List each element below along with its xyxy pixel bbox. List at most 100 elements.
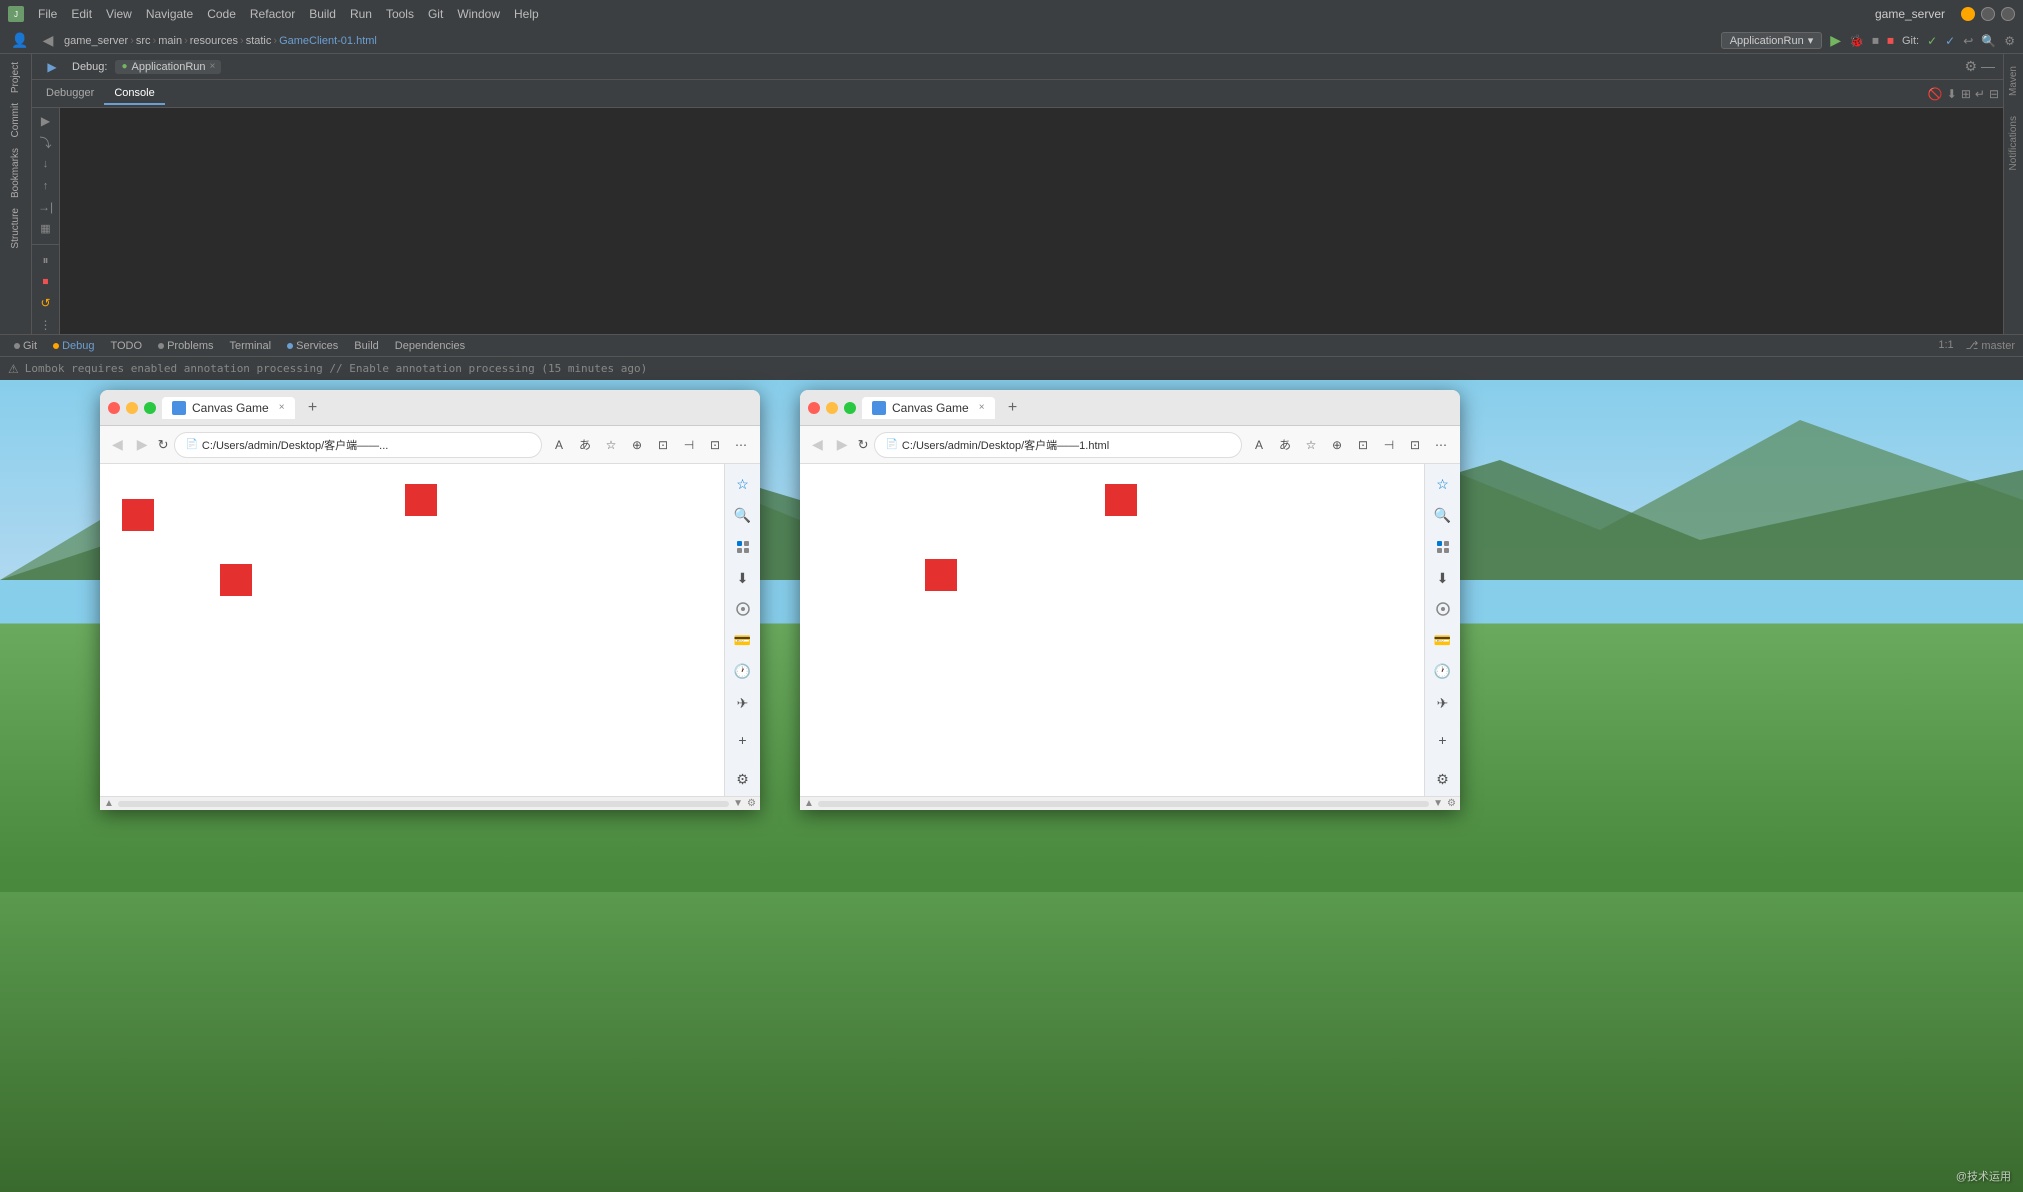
scroll-icon[interactable]: ⬇ bbox=[1947, 87, 1957, 101]
browser2-tab[interactable]: Canvas Game × bbox=[862, 397, 995, 419]
menu-git[interactable]: Git bbox=[422, 5, 449, 23]
browser2-edge-favorites[interactable]: ☆ bbox=[1429, 472, 1457, 497]
browser2-profile-icon[interactable]: A bbox=[1248, 434, 1270, 456]
browser1-pinned-icon[interactable]: ⊣ bbox=[678, 434, 700, 456]
browser1-max[interactable] bbox=[144, 402, 156, 414]
browser2-min[interactable] bbox=[826, 402, 838, 414]
browser1-edge-send[interactable]: ✈ bbox=[729, 690, 757, 715]
menu-window[interactable]: Window bbox=[451, 5, 506, 23]
menu-build[interactable]: Build bbox=[303, 5, 342, 23]
filter-icon[interactable]: ⊞ bbox=[1961, 87, 1971, 101]
stop-button[interactable]: ⏹ bbox=[1887, 32, 1894, 49]
browser1-splitview-icon[interactable]: ⊡ bbox=[652, 434, 674, 456]
bc-static[interactable]: static bbox=[246, 35, 272, 47]
browser2-address-bar[interactable]: 📄 C:/Users/admin/Desktop/客户端——1.html bbox=[874, 432, 1242, 458]
browser2-edge-send[interactable]: ✈ bbox=[1429, 690, 1457, 715]
browser1-edge-search[interactable]: 🔍 bbox=[729, 503, 757, 528]
menu-view[interactable]: View bbox=[100, 5, 138, 23]
browser2-tab-close[interactable]: × bbox=[979, 402, 985, 413]
close-button[interactable] bbox=[2001, 7, 2015, 21]
browser1-star-icon[interactable]: ☆ bbox=[600, 434, 622, 456]
browser1-edge-addicon[interactable]: + bbox=[729, 728, 757, 753]
menu-help[interactable]: Help bbox=[508, 5, 545, 23]
step-over-btn[interactable]: ⤵ bbox=[36, 134, 56, 153]
browser1-refresh[interactable]: ↻ bbox=[158, 437, 169, 453]
wrap-icon[interactable]: ↵ bbox=[1975, 87, 1985, 101]
browser2-edge-collections[interactable] bbox=[1429, 534, 1457, 559]
browser2-content[interactable] bbox=[800, 464, 1424, 796]
browser1-profile-icon[interactable]: A bbox=[548, 434, 570, 456]
sidebar-bookmark-icon[interactable]: Bookmarks bbox=[4, 144, 28, 202]
nav-back-icon[interactable]: ◀ bbox=[36, 29, 60, 53]
minimize-button[interactable] bbox=[1961, 7, 1975, 21]
expand-icon[interactable]: ⊟ bbox=[1989, 87, 1999, 101]
browser2-more-icon[interactable]: ⋯ bbox=[1430, 434, 1452, 456]
more-btn[interactable]: ⋮ bbox=[36, 316, 56, 335]
browser1-edge-collections[interactable] bbox=[729, 534, 757, 559]
browser1-tab-close[interactable]: × bbox=[279, 402, 285, 413]
debug-session-close[interactable]: × bbox=[210, 61, 216, 72]
run-to-cursor-btn[interactable]: →| bbox=[36, 198, 56, 217]
browser2-edge-history[interactable]: 🕐 bbox=[1429, 659, 1457, 684]
browser2-scroll-up[interactable]: ▲ bbox=[804, 798, 814, 809]
stop-debug-btn[interactable]: ⏹ bbox=[36, 273, 56, 292]
browser2-edge-apps[interactable] bbox=[1429, 597, 1457, 622]
menu-navigate[interactable]: Navigate bbox=[140, 5, 199, 23]
tab-dependencies[interactable]: Dependencies bbox=[389, 338, 471, 354]
browser2-close[interactable] bbox=[808, 402, 820, 414]
menu-tools[interactable]: Tools bbox=[380, 5, 420, 23]
browser1-collections-icon[interactable]: ⊕ bbox=[626, 434, 648, 456]
browser1-edge-downloads[interactable]: ⬇ bbox=[729, 566, 757, 591]
step-into-btn[interactable]: ↓ bbox=[36, 155, 56, 174]
browser1-tab[interactable]: Canvas Game × bbox=[162, 397, 295, 419]
browser1-back[interactable]: ◀ bbox=[108, 434, 127, 455]
browser1-scroll-up[interactable]: ▲ bbox=[104, 798, 114, 809]
browser2-edge-downloads[interactable]: ⬇ bbox=[1429, 566, 1457, 591]
browser2-max[interactable] bbox=[844, 402, 856, 414]
browser1-edge-wallet[interactable]: 💳 bbox=[729, 628, 757, 653]
browser2-edge-wallet[interactable]: 💳 bbox=[1429, 628, 1457, 653]
step-out-btn[interactable]: ↑ bbox=[36, 177, 56, 196]
browser1-forward[interactable]: ▶ bbox=[133, 434, 152, 455]
bc-project[interactable]: game_server bbox=[64, 35, 128, 47]
tab-problems[interactable]: Problems bbox=[152, 338, 219, 354]
git-undo-icon[interactable]: ↩ bbox=[1963, 34, 1973, 48]
sidebar-structure-icon[interactable]: Structure bbox=[4, 204, 28, 253]
browser2-new-tab[interactable]: + bbox=[1001, 396, 1025, 420]
browser2-save-icon[interactable]: ⊡ bbox=[1404, 434, 1426, 456]
browser1-scroll-down[interactable]: ▼ bbox=[733, 798, 743, 809]
clear-console-icon[interactable]: 🚫 bbox=[1928, 87, 1943, 101]
bc-main[interactable]: main bbox=[158, 35, 182, 47]
browser2-splitview-icon[interactable]: ⊡ bbox=[1352, 434, 1374, 456]
menu-code[interactable]: Code bbox=[201, 5, 242, 23]
bc-resources[interactable]: resources bbox=[190, 35, 238, 47]
resume-btn[interactable]: ▶ bbox=[36, 112, 56, 131]
tab-console[interactable]: Console bbox=[104, 83, 164, 105]
sidebar-project-icon[interactable]: Project bbox=[4, 58, 28, 97]
browser1-address-bar[interactable]: 📄 C:/Users/admin/Desktop/客户端——... bbox=[174, 432, 542, 458]
pause-btn[interactable]: ⏸ bbox=[36, 251, 56, 270]
browser1-translate-icon[interactable]: あ bbox=[574, 434, 596, 456]
bc-src[interactable]: src bbox=[136, 35, 151, 47]
browser2-star-icon[interactable]: ☆ bbox=[1300, 434, 1322, 456]
tab-debug[interactable]: Debug bbox=[47, 338, 100, 354]
browser1-min[interactable] bbox=[126, 402, 138, 414]
menu-edit[interactable]: Edit bbox=[65, 5, 98, 23]
bc-file[interactable]: GameClient-01.html bbox=[279, 35, 377, 47]
notifications-label[interactable]: Notifications bbox=[2008, 116, 2019, 170]
browser2-forward[interactable]: ▶ bbox=[833, 434, 852, 455]
browser2-scrollbar[interactable] bbox=[818, 801, 1429, 807]
evaluate-btn[interactable]: ▦ bbox=[36, 220, 56, 239]
browser2-refresh[interactable]: ↻ bbox=[858, 437, 869, 453]
browser2-settings-icon[interactable]: ⚙ bbox=[1447, 798, 1456, 809]
tab-debugger[interactable]: Debugger bbox=[36, 83, 104, 105]
debug-settings-icon[interactable]: ⚙ bbox=[1964, 58, 1977, 75]
nav-profile-icon[interactable]: 👤 bbox=[8, 29, 32, 53]
maven-label[interactable]: Maven bbox=[2008, 66, 2019, 96]
browser2-pinned-icon[interactable]: ⊣ bbox=[1378, 434, 1400, 456]
rerun-btn[interactable]: ↺ bbox=[36, 294, 56, 313]
browser1-new-tab[interactable]: + bbox=[301, 396, 325, 420]
tab-services[interactable]: Services bbox=[281, 338, 344, 354]
menu-refactor[interactable]: Refactor bbox=[244, 5, 301, 23]
browser1-close[interactable] bbox=[108, 402, 120, 414]
